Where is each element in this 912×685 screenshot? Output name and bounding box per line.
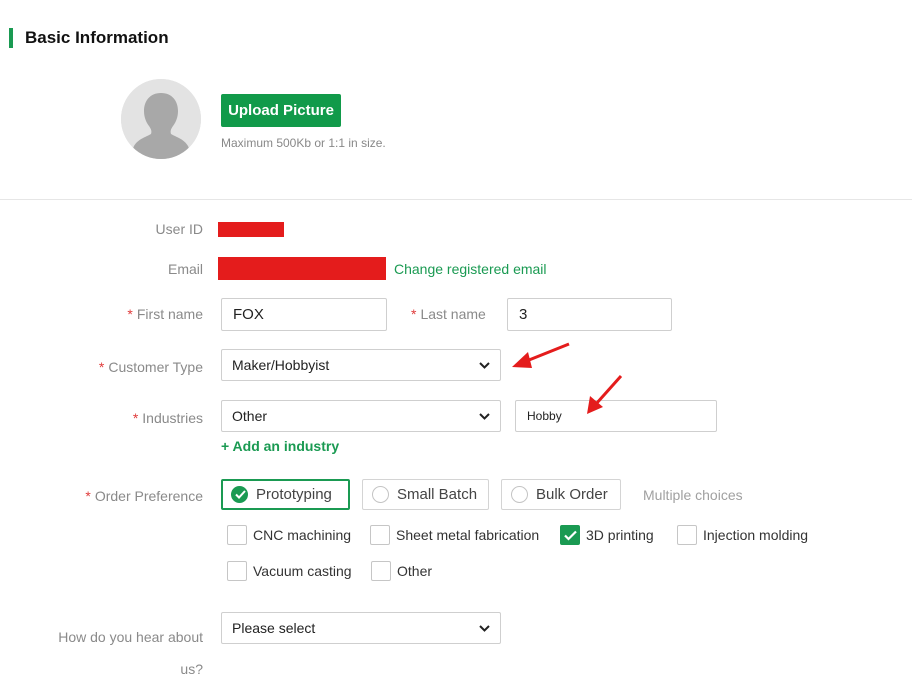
first-name-input[interactable]: FOX [221, 298, 387, 331]
radio-icon [372, 486, 389, 503]
user-id-redaction [218, 222, 284, 237]
pref-option-prototyping[interactable]: Prototyping [221, 479, 350, 510]
process-sheet-metal[interactable]: Sheet metal fabrication [370, 525, 539, 545]
pref-option-bulk-order[interactable]: Bulk Order [501, 479, 621, 510]
section-title: Basic Information [25, 28, 169, 47]
divider [0, 199, 912, 200]
industries-value: Other [232, 408, 268, 424]
last-name-label: * Last name [411, 306, 486, 322]
process-cnc-machining[interactable]: CNC machining [227, 525, 351, 545]
add-industry-link[interactable]: + Add an industry [221, 438, 339, 454]
chevron-down-icon [479, 350, 490, 380]
process-injection-molding[interactable]: Injection molding [677, 525, 808, 545]
upload-hint: Maximum 500Kb or 1:1 in size. [221, 136, 386, 150]
first-name-label: * First name [127, 306, 203, 322]
customer-type-value: Maker/Hobbyist [232, 357, 330, 373]
checkbox-icon [371, 561, 391, 581]
hear-about-value: Please select [232, 620, 316, 636]
industries-select[interactable]: Other [221, 400, 501, 432]
process-other[interactable]: Other [371, 561, 432, 581]
email-label: Email [167, 261, 203, 277]
checkbox-icon [227, 561, 247, 581]
process-vacuum-casting[interactable]: Vacuum casting [227, 561, 352, 581]
radio-checked-icon [231, 486, 248, 503]
customer-type-select[interactable]: Maker/Hobbyist [221, 349, 501, 381]
upload-picture-button[interactable]: Upload Picture [221, 94, 341, 127]
hear-about-label: How do you hear about us? [58, 629, 203, 677]
industry-other-input[interactable]: Hobby [515, 400, 717, 432]
radio-icon [511, 486, 528, 503]
checkbox-checked-icon [560, 525, 580, 545]
checkbox-icon [370, 525, 390, 545]
last-name-input[interactable]: 3 [507, 298, 672, 331]
chevron-down-icon [479, 613, 490, 643]
process-3d-printing[interactable]: 3D printing [560, 525, 654, 545]
avatar [121, 79, 201, 159]
industries-label: * Industries [132, 410, 203, 426]
user-id-label: User ID [155, 221, 203, 237]
pref-option-small-batch[interactable]: Small Batch [362, 479, 489, 510]
change-email-link[interactable]: Change registered email [394, 261, 547, 277]
section-accent-bar [9, 28, 13, 48]
user-silhouette-icon [121, 79, 201, 159]
order-preference-label: * Order Preference [85, 488, 203, 504]
chevron-down-icon [479, 401, 490, 431]
annotation-arrow-icon [512, 342, 570, 368]
customer-type-label: * Customer Type [98, 359, 203, 375]
checkbox-icon [227, 525, 247, 545]
multiple-choices-hint: Multiple choices [643, 487, 743, 503]
checkbox-icon [677, 525, 697, 545]
email-redaction [218, 257, 386, 280]
hear-about-select[interactable]: Please select [221, 612, 501, 644]
